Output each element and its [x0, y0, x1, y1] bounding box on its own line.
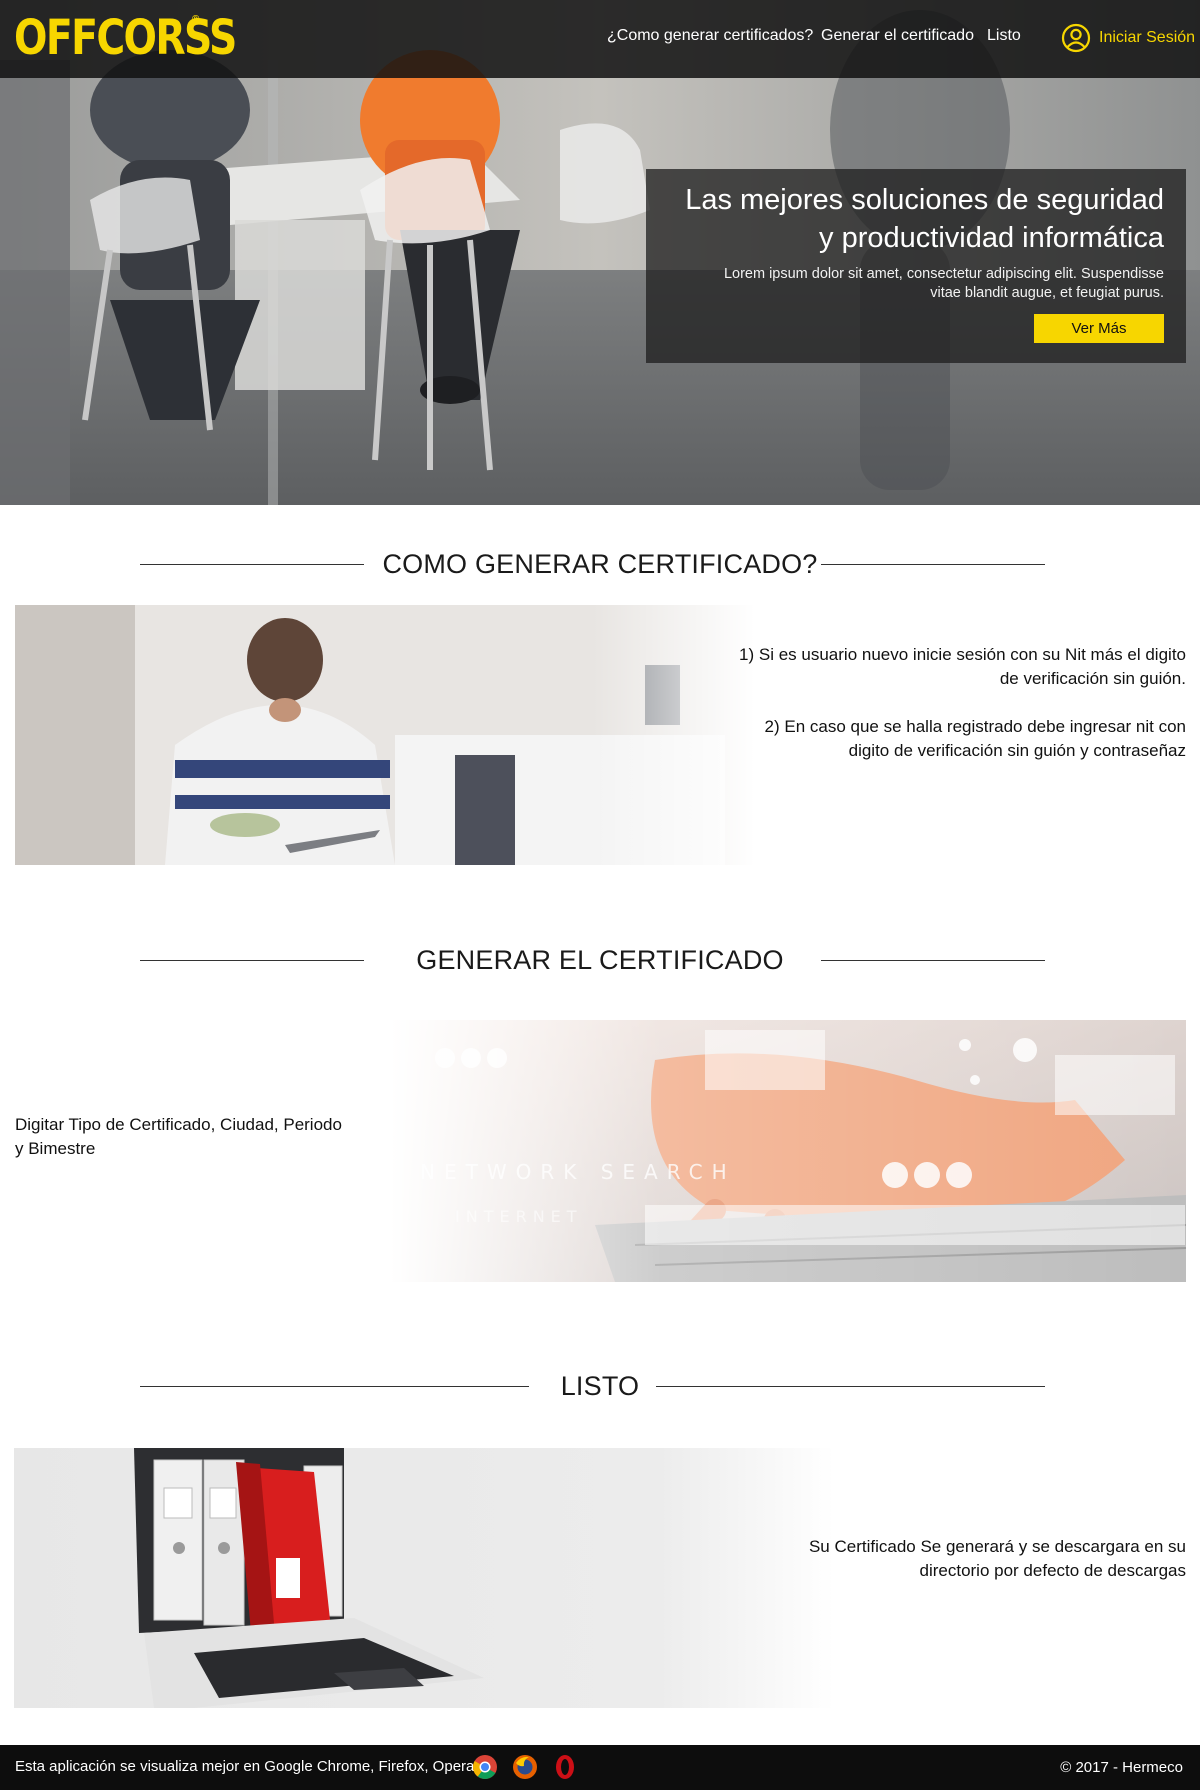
- copyright-text: © 2017 - Hermeco: [1060, 1759, 1183, 1776]
- network-search-caption: NETWORK SEARCH: [420, 1160, 736, 1184]
- browser-recommendation-text: Esta aplicación se visualiza mejor en Go…: [15, 1758, 475, 1775]
- section-heading-how: COMO GENERAR CERTIFICADO?: [0, 544, 1200, 584]
- firefox-icon: [513, 1755, 537, 1779]
- hero-banner: OFFCORSS ® ¿Como generar certificados? G…: [0, 0, 1200, 505]
- brand-logo[interactable]: OFFCORSS: [14, 10, 237, 66]
- user-circle-icon: [1061, 23, 1091, 53]
- hero-caption-box: Las mejores soluciones de seguridad y pr…: [646, 169, 1186, 363]
- nav-link-how[interactable]: ¿Como generar certificados?: [607, 27, 813, 45]
- generate-instructions-text: Digitar Tipo de Certificado, Ciudad, Per…: [15, 1115, 342, 1158]
- heading-divider-right: [821, 564, 1045, 565]
- see-more-button[interactable]: Ver Más: [1034, 314, 1164, 343]
- nav-link-generate[interactable]: Generar el certificado: [821, 27, 974, 45]
- hero-title: Las mejores soluciones de seguridad y pr…: [685, 184, 1164, 254]
- registered-mark: ®: [192, 14, 200, 25]
- internet-caption: INTERNET: [455, 1207, 583, 1226]
- login-label: Iniciar Sesión: [1099, 29, 1196, 46]
- footer: Esta aplicación se visualiza mejor en Go…: [0, 1745, 1200, 1790]
- heading-divider-right: [821, 960, 1045, 961]
- ready-block: Su Certificado Se generará y se descarga…: [14, 1448, 1186, 1708]
- nav-link-ready[interactable]: Listo: [987, 27, 1021, 45]
- top-navbar: OFFCORSS ® ¿Como generar certificados? G…: [0, 0, 1200, 78]
- generate-block: Digitar Tipo de Certificado, Ciudad, Per…: [15, 1020, 1186, 1282]
- thinking-man-photo: [15, 605, 755, 865]
- hero-text: Lorem ipsum dolor sit amet, consectetur …: [723, 266, 1164, 301]
- chrome-icon: [473, 1755, 497, 1779]
- step-two-text: 2) En caso que se halla registrado debe …: [764, 717, 1186, 760]
- how-block: 1) Si es usuario nuevo inicie sesión con…: [15, 605, 1186, 865]
- opera-icon: [556, 1755, 574, 1779]
- section-heading-generate: GENERAR EL CERTIFICADO: [0, 940, 1200, 980]
- step-one-text: 1) Si es usuario nuevo inicie sesión con…: [739, 645, 1186, 688]
- ready-text: Su Certificado Se generará y se descarga…: [808, 1537, 1186, 1580]
- login-button[interactable]: Iniciar Sesión: [1061, 22, 1195, 54]
- heading-divider-right: [656, 1386, 1045, 1387]
- section-heading-ready: LISTO: [0, 1366, 1200, 1406]
